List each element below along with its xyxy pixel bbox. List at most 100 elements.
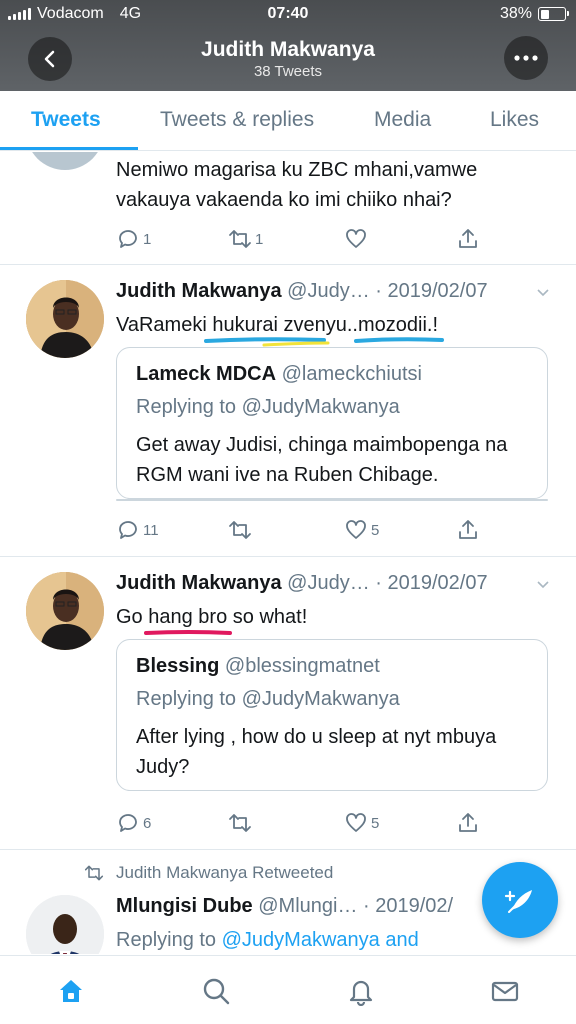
author-handle-date: @Judy… · 2019/02/07 — [287, 572, 488, 594]
tweet-text-part: so what! — [227, 606, 308, 628]
tweet-text: VaRameki hukurai zvenyu ..mozodii.! — [116, 310, 550, 347]
reply-icon — [119, 814, 137, 832]
heart-icon — [346, 229, 366, 248]
retweet-icon — [229, 230, 251, 248]
profile-tabs: Tweets Tweets & replies Media Likes — [0, 91, 576, 151]
avatar[interactable] — [26, 572, 104, 650]
retweet-button[interactable]: 1 — [228, 227, 263, 251]
retweet-count: 1 — [255, 230, 264, 248]
tweet-text: Nemiwo magarisa ku ZBC mhani,vamwe vakau… — [116, 159, 478, 211]
share-button[interactable] — [456, 227, 480, 251]
tweet-item[interactable]: Judith Makwanya @Judy… · 2019/02/07 Go h… — [0, 558, 576, 850]
reply-button[interactable]: 1 — [116, 227, 151, 251]
search-icon — [203, 978, 230, 1005]
avatar[interactable] — [26, 152, 104, 170]
highlighted-phrase: hukurai zvenyu — [204, 310, 347, 347]
battery-icon — [538, 7, 569, 21]
active-tab-indicator — [0, 147, 138, 150]
tweet-count: 38 Tweets — [253, 63, 323, 80]
author-handle-date: @Mlungi… · 2019/02/ — [258, 895, 454, 917]
more-dots-icon — [514, 55, 538, 61]
tab-media[interactable]: Media — [374, 108, 431, 132]
tweet-text-part: .! — [426, 314, 439, 336]
retweet-icon — [229, 814, 251, 832]
tab-tweets[interactable]: Tweets — [31, 108, 101, 132]
highlighted-phrase: hang bro — [144, 602, 233, 635]
pink-underline-mark — [144, 630, 233, 635]
nav-search[interactable] — [199, 974, 233, 1008]
tweet-actions: 1 1 — [116, 227, 477, 253]
avatar[interactable] — [26, 280, 104, 358]
highlighted-phrase: mozodii — [353, 310, 444, 343]
battery-percent: 38% — [499, 5, 532, 22]
page-title: Judith Makwanya — [201, 38, 375, 61]
more-button[interactable] — [504, 36, 548, 80]
quoted-author-handle: @lameckchiutsi — [281, 363, 422, 385]
compose-tweet-button[interactable] — [482, 862, 558, 938]
like-count: 5 — [371, 814, 380, 832]
author-name[interactable]: Judith Makwanya — [116, 572, 282, 594]
like-button[interactable] — [344, 227, 368, 251]
quoted-text: After lying , how do u sleep at nyt mbuy… — [136, 726, 497, 778]
compose-feather-icon — [504, 890, 532, 913]
home-icon — [60, 980, 82, 1002]
mail-icon — [491, 981, 519, 1002]
quoted-text: Get away Judisi, chinga maimbopenga na R… — [136, 434, 508, 486]
like-count: 5 — [371, 521, 380, 539]
chevron-down-icon[interactable] — [536, 578, 550, 592]
reply-icon — [119, 230, 137, 248]
share-icon — [459, 520, 477, 539]
quoted-tweet[interactable]: Blessing @blessingmatnet Replying to @Ju… — [116, 639, 548, 791]
heart-icon — [346, 813, 366, 832]
tab-tweets-and-replies[interactable]: Tweets & replies — [160, 108, 314, 132]
like-button[interactable]: 5 — [344, 518, 379, 542]
tweet-text-part: .. — [346, 314, 358, 336]
chevron-down-icon[interactable] — [536, 286, 550, 300]
avatar[interactable] — [26, 895, 104, 954]
tweet-text-part: mozodii — [357, 314, 427, 336]
author-name[interactable]: Judith Makwanya — [116, 280, 282, 302]
quoted-author-handle: @blessingmatnet — [224, 655, 380, 677]
tweet-text-part: VaRameki — [116, 314, 213, 336]
like-button[interactable]: 5 — [344, 811, 379, 835]
reply-count: 6 — [143, 814, 152, 832]
tweet-actions: 11 5 — [116, 518, 477, 544]
quoted-tweet[interactable]: Lameck MDCA @lameckchiutsi Replying to @… — [116, 347, 548, 499]
profile-header: Vodacom 4G 07:40 38% Judith Makwanya 38 … — [0, 0, 576, 91]
reply-link[interactable]: @JudyMakwanya and — [222, 929, 419, 951]
nav-messages[interactable] — [488, 974, 522, 1008]
share-button[interactable] — [456, 518, 480, 542]
replying-to: Replying to @JudyMakwanya — [136, 396, 400, 418]
tweet-item[interactable]: Judith Makwanya @Judy… · 2019/02/07 VaRa… — [0, 266, 576, 557]
clock: 07:40 — [267, 5, 309, 22]
retweet-icon — [229, 521, 251, 539]
status-bar: Vodacom 4G 07:40 38% — [0, 0, 576, 30]
tweet-text-part: Go — [116, 606, 149, 628]
share-button[interactable] — [456, 811, 480, 835]
reply-button[interactable]: 11 — [116, 518, 159, 542]
retweeted-by-label: Judith Makwanya Retweeted — [116, 863, 334, 882]
reply-button[interactable]: 6 — [116, 811, 151, 835]
reply-icon — [119, 521, 137, 539]
nav-notifications[interactable] — [344, 974, 378, 1008]
reply-count: 1 — [143, 230, 152, 248]
tweet-actions: 6 5 — [116, 811, 477, 837]
avatar-photo — [26, 895, 104, 954]
share-icon — [459, 229, 477, 248]
retweet-button[interactable] — [228, 518, 252, 542]
retweet-icon — [84, 865, 104, 881]
quoted-author-name: Lameck MDCA — [136, 363, 277, 385]
tab-likes[interactable]: Likes — [490, 108, 539, 132]
nav-home[interactable] — [54, 974, 88, 1008]
retweet-button[interactable] — [228, 811, 252, 835]
reply-count: 11 — [143, 521, 159, 539]
author-name[interactable]: Mlungisi Dube — [116, 895, 253, 917]
bottom-navigation — [0, 955, 576, 1024]
heart-icon — [346, 520, 366, 539]
tweet-item[interactable]: Nemiwo magarisa ku ZBC mhani,vamwe vakau… — [0, 152, 576, 265]
author-handle-date: @Judy… · 2019/02/07 — [287, 280, 488, 302]
avatar-photo — [26, 572, 104, 650]
tweet-feed[interactable]: Nemiwo magarisa ku ZBC mhani,vamwe vakau… — [0, 152, 576, 954]
tweet-text-part: hang bro — [148, 606, 228, 628]
bell-icon — [349, 980, 373, 1006]
